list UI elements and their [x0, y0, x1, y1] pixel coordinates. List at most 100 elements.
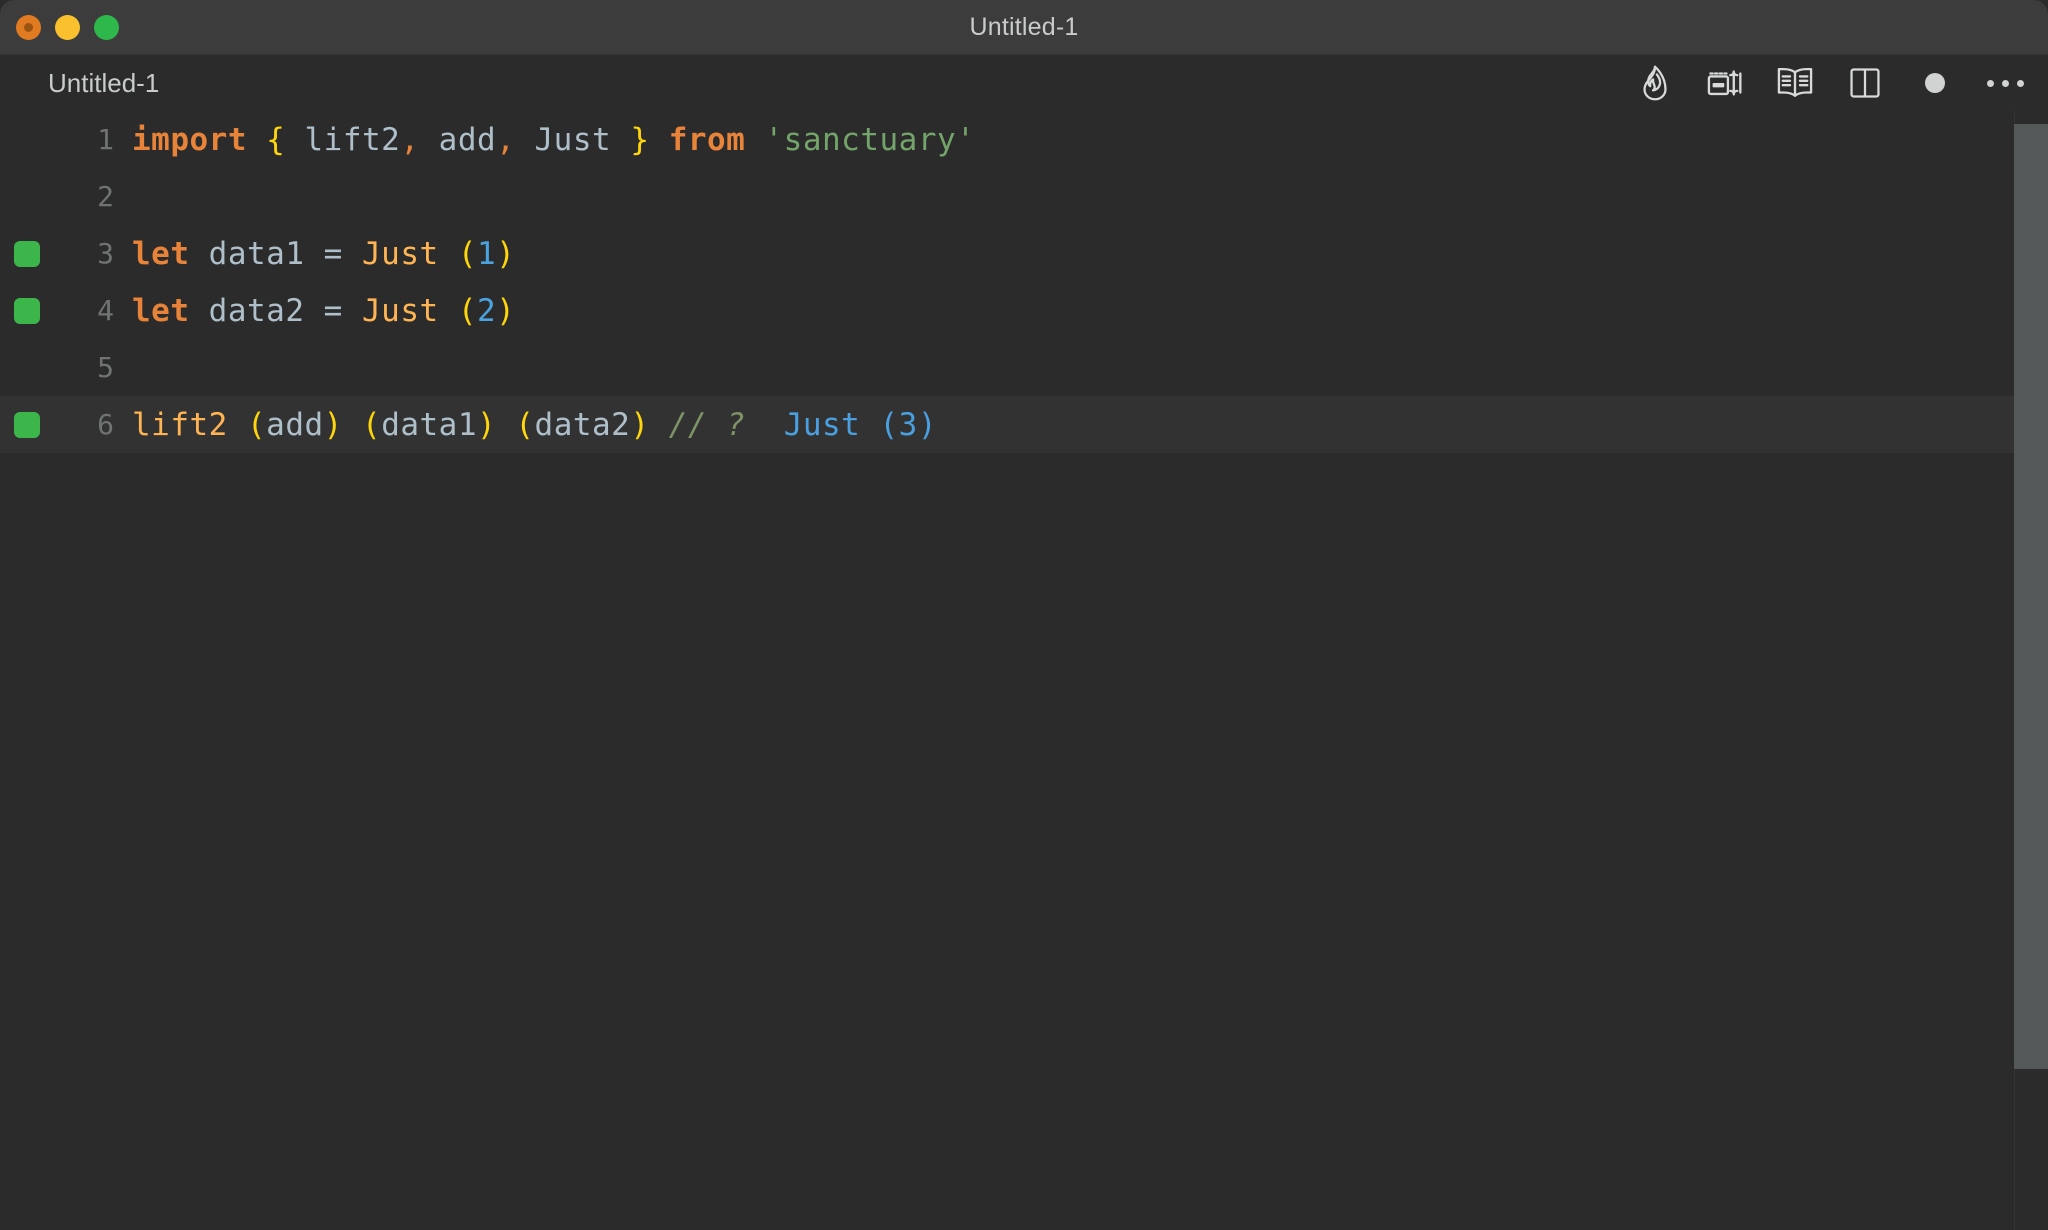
code-line[interactable]: 5	[0, 339, 2048, 396]
quokka-expression-marker[interactable]	[14, 240, 40, 267]
editor-tab-bar: Untitled-1	[0, 55, 2048, 111]
code-token: =	[304, 235, 362, 272]
code-token: add	[438, 121, 497, 158]
editor-scrollbar[interactable]	[2014, 111, 2048, 1230]
code-token: data2	[208, 292, 305, 329]
tab-untitled-1[interactable]: Untitled-1	[48, 55, 159, 111]
code-token: 'sanctuary'	[764, 121, 976, 158]
code-token: (	[457, 235, 477, 272]
gutter-marker-empty	[14, 526, 40, 552]
code-editor[interactable]: 1 import { lift2, add, Just } from 'sanct…	[0, 111, 2048, 1230]
code-line[interactable]	[0, 453, 2048, 510]
code-token: let	[132, 235, 190, 272]
code-line[interactable]	[0, 966, 2048, 1023]
code-line[interactable]: 6 lift2 (add) (data1) (data2) // ? Just (…	[0, 396, 2048, 453]
code-token: )	[496, 292, 516, 329]
code-token: Just	[362, 292, 439, 329]
code-token: data1	[208, 235, 305, 272]
code-lines[interactable]: 1 import { lift2, add, Just } from 'sanct…	[0, 111, 2048, 1230]
code-text: lift2 (add) (data1) (data2) // ? Just (3…	[132, 407, 937, 443]
gutter-marker-empty	[14, 868, 40, 894]
gutter-marker-empty	[14, 1210, 40, 1230]
window-title: Untitled-1	[969, 13, 1079, 41]
code-token: )	[477, 406, 497, 443]
code-line[interactable]: 3 let data1 = Just (1)	[0, 225, 2048, 282]
code-line[interactable]	[0, 681, 2048, 738]
run-with-args-icon[interactable]	[1704, 62, 1746, 104]
code-line[interactable]	[0, 1137, 2048, 1194]
code-text: let data2 = Just (2)	[132, 293, 515, 329]
open-book-icon[interactable]	[1774, 62, 1816, 104]
code-token: ,	[496, 121, 516, 158]
code-text: import { lift2, add, Just } from 'sanctu…	[132, 122, 975, 158]
ellipsis-icon[interactable]	[1984, 62, 2026, 104]
gutter-marker-empty	[14, 184, 40, 210]
code-token: {	[266, 121, 286, 158]
code-line[interactable]	[0, 1194, 2048, 1230]
code-token: Just (3)	[783, 406, 937, 443]
gutter-marker-empty	[14, 640, 40, 666]
code-token: (	[247, 406, 267, 443]
code-token: Just	[362, 235, 439, 272]
gutter-marker-empty	[14, 1096, 40, 1122]
gutter-marker-empty	[14, 469, 40, 495]
gutter-marker-empty	[14, 925, 40, 951]
code-token: }	[630, 121, 650, 158]
code-line[interactable]	[0, 1080, 2048, 1137]
code-line[interactable]	[0, 852, 2048, 909]
code-line[interactable]	[0, 510, 2048, 567]
code-token: data2	[534, 406, 631, 443]
gutter-marker-empty	[14, 127, 40, 153]
code-line[interactable]: 1 import { lift2, add, Just } from 'sanct…	[0, 111, 2048, 168]
gutter-marker-empty	[14, 982, 40, 1008]
code-token: lift2	[304, 121, 401, 158]
code-line[interactable]	[0, 567, 2048, 624]
code-token: =	[304, 292, 362, 329]
quokka-expression-marker[interactable]	[14, 411, 40, 438]
title-bar: Untitled-1	[0, 0, 2048, 55]
code-line[interactable]: 4 let data2 = Just (2)	[0, 282, 2048, 339]
code-token: Just	[534, 121, 612, 158]
editor-actions	[1634, 55, 2026, 111]
gutter-marker-empty	[14, 754, 40, 780]
code-token: (	[457, 292, 477, 329]
code-token: )	[496, 235, 516, 272]
quokka-expression-marker[interactable]	[14, 297, 40, 324]
flame-icon[interactable]	[1634, 62, 1676, 104]
code-token: (	[515, 406, 535, 443]
code-line[interactable]	[0, 738, 2048, 795]
code-line[interactable]	[0, 795, 2048, 852]
code-line[interactable]	[0, 909, 2048, 966]
code-line[interactable]: 2	[0, 168, 2048, 225]
code-token: )	[630, 406, 650, 443]
gutter-marker-empty	[14, 1153, 40, 1179]
editor-scrollbar-thumb[interactable]	[2014, 124, 2048, 1069]
gutter-marker-empty	[14, 355, 40, 381]
gutter-marker-empty	[14, 697, 40, 723]
code-line[interactable]	[0, 624, 2048, 681]
gutter-marker-empty	[14, 811, 40, 837]
gutter-marker-empty	[14, 1039, 40, 1065]
code-text: let data1 = Just (1)	[132, 236, 515, 272]
code-token: ,	[400, 121, 420, 158]
code-token: from	[668, 121, 746, 158]
unsaved-dot-icon[interactable]	[1914, 62, 1956, 104]
code-token: import	[132, 121, 247, 158]
split-editor-icon[interactable]	[1844, 62, 1886, 104]
gutter-marker-empty	[14, 583, 40, 609]
code-line[interactable]	[0, 1023, 2048, 1080]
code-token: // ?	[668, 406, 746, 443]
code-token: (	[362, 406, 382, 443]
